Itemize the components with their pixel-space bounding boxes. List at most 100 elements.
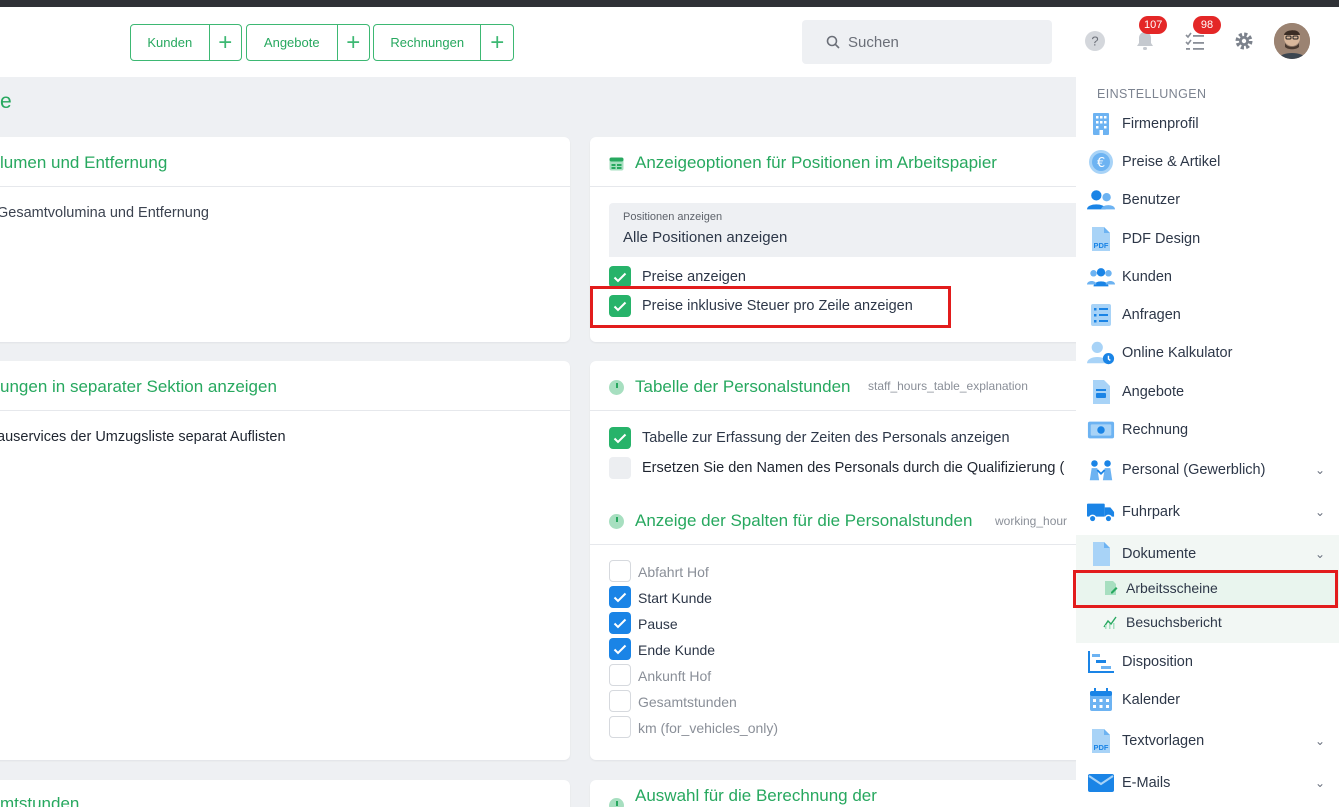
- quick-button-angebote-label[interactable]: Angebote: [247, 25, 338, 60]
- chevron-down-icon: ⌄: [1314, 547, 1325, 561]
- sidebar-item-label: Rechnung: [1122, 422, 1189, 438]
- top-window-bar: [0, 0, 1339, 7]
- clock-icon: [609, 514, 624, 529]
- chart-icon: [1103, 616, 1117, 629]
- checkbox-column-start-kunde[interactable]: [609, 586, 631, 608]
- column-label: Ankunft Hof: [638, 668, 712, 684]
- pdf-icon: PDF: [1087, 225, 1115, 253]
- sidebar-item-textvorlagen[interactable]: PDF Textvorlagen ⌄: [1076, 723, 1339, 759]
- help-icon[interactable]: ?: [1083, 29, 1107, 53]
- search-icon: [826, 35, 840, 49]
- customers-icon: [1087, 263, 1115, 291]
- file-icon: [1087, 540, 1115, 568]
- svg-text:?: ?: [1091, 34, 1098, 49]
- chevron-down-icon: ⌄: [1314, 776, 1325, 790]
- sidebar-item-personal[interactable]: Personal (Gewerblich) ⌄: [1076, 452, 1339, 488]
- checkbox-show-staff-table[interactable]: [609, 427, 631, 449]
- sidebar-item-fuhrpark[interactable]: Fuhrpark ⌄: [1076, 494, 1339, 530]
- quick-button-kunden-label[interactable]: Kunden: [131, 25, 210, 60]
- checkbox-column-km[interactable]: [609, 716, 631, 738]
- checkbox-column-pause[interactable]: [609, 612, 631, 634]
- sidebar-item-rechnung[interactable]: Rechnung: [1076, 412, 1339, 448]
- sidebar-item-disposition[interactable]: Disposition: [1076, 644, 1339, 680]
- user-clock-icon: [1087, 339, 1115, 367]
- add-kunden-button[interactable]: +: [210, 25, 241, 60]
- banknote-icon: [1087, 416, 1115, 444]
- highlight-box-prices-tax: [590, 286, 951, 328]
- checkmark-icon: [613, 433, 627, 443]
- quick-button-rechnungen-label[interactable]: Rechnungen: [374, 25, 482, 60]
- sidebar-item-label: Kalender: [1122, 692, 1181, 708]
- envelope-icon: [1087, 769, 1115, 797]
- sidebar-item-label: Benutzer: [1122, 192, 1181, 208]
- checkbox-column-ende-kunde[interactable]: [609, 638, 631, 660]
- card-separate-section: ungen in separater Sektion anzeigen ause…: [0, 361, 570, 760]
- user-avatar[interactable]: [1274, 23, 1310, 59]
- sidebar-item-dokumente[interactable]: Dokumente ⌄: [1076, 536, 1339, 572]
- calculation-title: Auswahl für die Berechnung der: [635, 786, 877, 805]
- staff-hours-title: Tabelle der Personalstunden: [635, 377, 851, 396]
- checkbox-column-ankunft-hof[interactable]: [609, 664, 631, 686]
- checkbox-column-abfahrt-hof[interactable]: [609, 560, 631, 582]
- add-angebote-button[interactable]: +: [338, 25, 369, 60]
- sidebar-item-label: Disposition: [1122, 654, 1193, 670]
- checkmark-icon: [613, 618, 627, 628]
- sidebar-item-anfragen[interactable]: Anfragen: [1076, 297, 1339, 333]
- quick-button-rechnungen: Rechnungen +: [373, 24, 514, 61]
- column-label: Pause: [638, 616, 678, 632]
- sidebar-item-firmenprofil[interactable]: Firmenprofil: [1076, 106, 1339, 142]
- positions-select-value: Alle Positionen anzeigen: [623, 229, 788, 246]
- sidebar-item-label: Kunden: [1122, 269, 1172, 285]
- column-label: km (for_vehicles_only): [638, 720, 779, 736]
- euro-icon: €: [1087, 148, 1115, 176]
- checkbox-replace-names[interactable]: [609, 457, 631, 479]
- building-icon: [1087, 110, 1115, 138]
- replace-names-label: Ersetzen Sie den Namen des Personals dur…: [642, 460, 1065, 476]
- show-staff-table-label: Tabelle zur Erfassung der Zeiten des Per…: [642, 430, 1010, 446]
- checklist-icon: [1087, 301, 1115, 329]
- checkmark-icon: [613, 272, 627, 282]
- sidebar-item-e-mails[interactable]: E-Mails ⌄: [1076, 765, 1339, 801]
- search-input[interactable]: [848, 33, 1028, 51]
- chevron-down-icon: ⌄: [1314, 463, 1325, 477]
- clock-icon: [609, 798, 624, 807]
- add-rechnungen-button[interactable]: +: [481, 25, 513, 60]
- sidebar-item-kunden[interactable]: Kunden: [1076, 259, 1339, 295]
- card-separate-title: ungen in separater Sektion anzeigen: [0, 377, 277, 396]
- svg-text:PDF: PDF: [1094, 743, 1109, 752]
- sidebar-item-online-kalkulator[interactable]: Online Kalkulator: [1076, 335, 1339, 371]
- sidebar-item-label: Online Kalkulator: [1122, 345, 1233, 361]
- sidebar-item-label: Textvorlagen: [1122, 733, 1205, 749]
- show-prices-label: Preise anzeigen: [642, 269, 746, 285]
- sidebar-item-angebote[interactable]: Angebote: [1076, 374, 1339, 410]
- card-volumes-title: lumen und Entfernung: [0, 153, 168, 172]
- chevron-down-icon: ⌄: [1314, 505, 1325, 519]
- svg-text:€: €: [1097, 156, 1105, 171]
- calendar-icon: [1087, 686, 1115, 714]
- document-icon: [1087, 378, 1115, 406]
- app-header: Kunden + Angebote + Rechnungen + ? 107 9…: [0, 7, 1339, 77]
- checkbox-column-gesamtstunden[interactable]: [609, 690, 631, 712]
- positions-select-label: Positionen anzeigen: [623, 211, 723, 223]
- chevron-down-icon: ⌄: [1314, 734, 1325, 748]
- volumes-text: Gesamtvolumina und Entfernung: [0, 205, 209, 221]
- sidebar-subitem-besuchsbericht[interactable]: Besuchsbericht: [1077, 605, 1339, 639]
- sidebar-item-pdf-design[interactable]: PDF PDF Design: [1076, 221, 1339, 257]
- sidebar-item-kalender[interactable]: Kalender: [1076, 682, 1339, 718]
- table-icon: [609, 157, 624, 171]
- card-calculation: Auswahl für die Berechnung der: [590, 780, 1090, 807]
- sidebar-item-label: Preise & Artikel: [1122, 154, 1221, 170]
- divider: [590, 544, 1090, 545]
- staff-columns-title: Anzeige der Spalten für die Personalstun…: [635, 511, 973, 530]
- positions-select[interactable]: Positionen anzeigen Alle Positionen anze…: [609, 203, 1079, 257]
- checkmark-icon: [613, 644, 627, 654]
- column-label: Abfahrt Hof: [638, 564, 709, 580]
- gear-icon[interactable]: [1232, 29, 1256, 53]
- divider: [0, 186, 570, 187]
- sidebar-item-benutzer[interactable]: Benutzer: [1076, 182, 1339, 218]
- sidebar-item-preise-artikel[interactable]: € Preise & Artikel: [1076, 144, 1339, 180]
- checkbox-show-prices[interactable]: [609, 266, 631, 288]
- divider: [0, 410, 570, 411]
- users-icon: [1087, 186, 1115, 214]
- svg-text:PDF: PDF: [1094, 241, 1109, 250]
